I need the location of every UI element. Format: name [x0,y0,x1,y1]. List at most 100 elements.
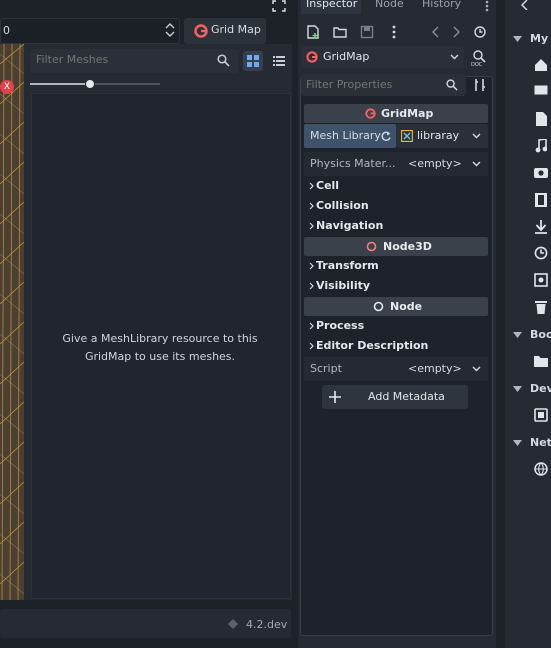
grid-overlay [0,44,24,600]
tab-node[interactable]: Node [371,0,411,14]
script-label: Script [310,362,342,375]
new-resource-icon[interactable] [306,25,320,39]
mesh-library-value-label: libraray [417,129,460,142]
recent-icon[interactable] [534,246,548,260]
mesh-library-value[interactable]: libraray [396,124,488,148]
grid-floor-spinbox[interactable]: 0 [0,18,180,44]
node-class-header: Node [304,297,488,316]
list-view-button[interactable] [269,51,289,71]
group-label: Boo [530,328,551,341]
collapse-arrow-icon [513,386,522,392]
zoom-thumb[interactable] [84,79,95,89]
group-cell[interactable]: Cell [309,178,489,196]
save-resource-icon[interactable] [360,25,374,39]
collapse-arrow-icon [513,332,522,338]
chevron-right-icon [309,262,314,270]
spin-arrows-icon[interactable] [165,22,175,38]
desktop-icon[interactable] [534,85,548,97]
download-icon[interactable] [535,220,547,234]
tab-history[interactable]: History [418,0,468,14]
trash-icon[interactable] [535,300,547,314]
node-class-title: Node [390,300,423,313]
mesh-library-property[interactable]: Mesh Library [304,124,396,148]
chevron-down-icon [472,133,481,139]
history-forward-icon[interactable] [452,26,460,38]
open-docs-icon[interactable]: DOC [471,49,487,67]
script-row[interactable]: Script <empty> [304,357,488,381]
group-navigation[interactable]: Navigation [309,218,489,236]
maximize-icon[interactable] [272,0,286,12]
svg-text:DOC: DOC [471,62,483,67]
node3d-icon [366,241,377,252]
group-collision[interactable]: Collision [309,198,489,216]
filter-properties-field[interactable] [301,74,466,96]
tab-inspector[interactable]: Inspector [301,0,361,14]
group-transform[interactable]: Transform [309,258,489,276]
group-visibility[interactable]: Visibility [309,278,489,296]
chevron-right-icon [309,182,314,190]
back-arrow-icon[interactable] [521,0,529,10]
gridmap-class-icon [365,108,376,119]
tab-inspector-label: Inspector [306,0,358,10]
node-icon [373,301,384,312]
folder-icon[interactable] [534,355,548,367]
3d-viewport[interactable] [0,44,25,600]
godot-version-icon [227,618,239,630]
revert-icon[interactable] [380,130,392,142]
zoom-fill [30,83,89,85]
axis-gizmo-x[interactable]: X [0,80,14,94]
open-resource-icon[interactable] [333,25,347,39]
gridmap-menu-label: Grid Map [211,23,261,36]
chevron-down-icon [472,161,481,167]
property-tools-icon[interactable] [473,78,487,92]
collapse-arrow-icon [513,440,522,446]
templates-icon[interactable] [534,273,548,287]
filter-properties-input[interactable] [306,78,446,91]
more-options-icon[interactable] [391,25,397,39]
history-back-icon[interactable] [432,26,440,38]
gridmap-class-header: GridMap [304,104,488,123]
node3d-class-header: Node3D [304,237,488,256]
drive-icon[interactable] [534,408,548,422]
node-selector[interactable]: GridMap [301,46,464,68]
chevron-right-icon [309,322,314,330]
search-icon [217,54,230,67]
mesh-library-label: Mesh Library [310,129,381,142]
list-view-icon [273,56,285,66]
chevron-down-icon [450,54,459,60]
gridmap-icon [194,24,208,38]
chevron-right-icon [309,222,314,230]
collapse-arrow-icon [513,36,522,42]
search-icon [446,79,458,91]
group-label: Dev [530,382,551,395]
camera-icon[interactable] [534,166,548,178]
group-visibility-label: Visibility [316,279,371,292]
gridmap-node-icon [306,51,318,63]
empty-library-message: Give a MeshLibrary resource to this Grid… [62,332,258,363]
music-icon[interactable] [535,139,547,153]
video-icon[interactable] [535,193,547,207]
mesh-zoom-slider[interactable] [30,79,160,89]
grid-floor-value: 0 [3,24,10,37]
object-history-icon[interactable] [473,25,487,39]
physics-material-row[interactable]: Physics Mater... <empty> [304,152,488,176]
script-value[interactable]: <empty> [408,362,462,375]
chevron-right-icon [309,342,314,350]
chevron-down-icon [472,366,481,372]
group-editor-description[interactable]: Editor Description [309,338,489,356]
group-process[interactable]: Process [309,318,489,336]
filter-meshes-input[interactable] [36,53,206,66]
chevron-right-icon [309,202,314,210]
grid-view-button[interactable] [243,51,263,71]
add-metadata-label: Add Metadata [368,390,445,403]
physics-material-value[interactable]: <empty> [408,157,462,170]
group-transform-label: Transform [316,259,379,272]
filter-meshes-field[interactable] [30,49,238,73]
gridmap-menu-button[interactable]: Grid Map [184,18,266,44]
globe-icon[interactable] [534,462,548,476]
mesh-library-icon [401,130,413,142]
add-metadata-button[interactable]: Add Metadata [322,385,468,409]
document-icon[interactable] [536,112,547,126]
home-icon[interactable] [534,58,548,72]
dock-menu-icon[interactable] [484,0,490,12]
